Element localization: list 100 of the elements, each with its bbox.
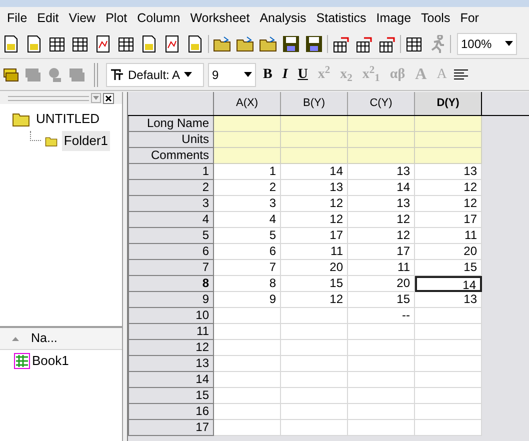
table-cell (348, 324, 415, 340)
row-header[interactable]: 5 (128, 228, 214, 244)
menu-item[interactable]: Image (371, 8, 416, 28)
row-header[interactable]: 2 (128, 180, 214, 196)
column-header[interactable]: D(Y) (415, 92, 482, 115)
menu-item[interactable]: View (64, 8, 101, 28)
caret-icon (184, 72, 192, 77)
menu-item[interactable]: Plot (100, 8, 132, 28)
table-cell: 12 (348, 228, 415, 244)
row-header[interactable]: 6 (128, 244, 214, 260)
table-arrow-icon[interactable] (332, 34, 350, 52)
table-cell (281, 388, 348, 404)
table-cell: 11 (348, 260, 415, 276)
table-cell (281, 148, 348, 164)
tree-item[interactable]: Folder1 (62, 131, 110, 151)
row-header[interactable]: 17 (128, 420, 214, 436)
table-cell (348, 356, 415, 372)
table-cell (214, 404, 281, 420)
menu-item[interactable]: For (455, 8, 484, 28)
table-icon[interactable] (71, 34, 89, 52)
table-cell (214, 340, 281, 356)
zoom-dropdown[interactable]: 100% (457, 32, 517, 54)
row-header[interactable]: 15 (128, 388, 214, 404)
align-icon[interactable] (454, 68, 468, 80)
table-cell (348, 340, 415, 356)
row-header[interactable]: 14 (128, 372, 214, 388)
menu-item[interactable]: Column (132, 8, 186, 28)
table-arrow-icon[interactable] (355, 34, 373, 52)
column-header[interactable]: Na... (0, 328, 122, 350)
table-cell (415, 372, 482, 388)
folder-icon[interactable] (259, 34, 277, 52)
chart-document-icon[interactable] (163, 34, 181, 52)
table-icon[interactable] (117, 34, 135, 52)
layers-icon[interactable] (2, 66, 20, 84)
table-cell: 15 (415, 260, 482, 276)
font-dropdown[interactable]: Default: A (106, 62, 204, 86)
table-cell: 13 (348, 196, 415, 212)
table-icon[interactable] (48, 34, 66, 52)
menu-item[interactable]: Tools (416, 8, 456, 28)
text-style-button[interactable]: B (260, 64, 276, 85)
table-arrow-icon[interactable] (378, 34, 396, 52)
menu-item[interactable]: Edit (32, 8, 64, 28)
row-header[interactable]: 7 (128, 260, 214, 276)
table-cell: 13 (415, 164, 482, 180)
table-cell: 17 (348, 244, 415, 260)
row-header: Comments (128, 148, 214, 164)
text-style-button[interactable]: U (294, 64, 311, 85)
table-cell: 2 (214, 180, 281, 196)
menu-item[interactable]: Worksheet (185, 8, 255, 28)
table-cell (281, 404, 348, 420)
document-icon[interactable] (2, 34, 20, 52)
table-cell (415, 116, 482, 132)
table-cell (214, 132, 281, 148)
menu-item[interactable]: Statistics (311, 8, 372, 28)
close-button[interactable] (103, 92, 114, 104)
table-cell: 4 (214, 212, 281, 228)
menu-item[interactable]: File (2, 8, 32, 28)
table-cell: 1 (214, 164, 281, 180)
font-size-dropdown[interactable]: 9 (208, 62, 256, 86)
folder-icon[interactable] (236, 34, 254, 52)
text-style-button[interactable]: I (279, 64, 291, 85)
table-cell: 20 (281, 260, 348, 276)
table-cell (348, 420, 415, 436)
row-header[interactable]: 4 (128, 212, 214, 228)
table-icon[interactable] (405, 34, 423, 52)
list-item[interactable]: Book1 (32, 351, 69, 371)
row-header[interactable]: 13 (128, 356, 214, 372)
table-cell (415, 340, 482, 356)
tree-item[interactable]: UNTITLED (34, 109, 102, 129)
table-cell: 17 (415, 212, 482, 228)
row-header[interactable]: 16 (128, 404, 214, 420)
sort-arrow-icon (12, 336, 19, 340)
table-cell: 12 (348, 212, 415, 228)
row-header[interactable]: 11 (128, 324, 214, 340)
menu-item[interactable]: Analysis (254, 8, 312, 28)
table-cell: 14 (415, 276, 482, 292)
table-cell: 12 (415, 180, 482, 196)
table-cell (281, 324, 348, 340)
table-cell (214, 388, 281, 404)
document-icon[interactable] (25, 34, 43, 52)
document-icon[interactable] (186, 34, 204, 52)
table-cell (281, 340, 348, 356)
document-icon[interactable] (140, 34, 158, 52)
row-header[interactable]: 1 (128, 164, 214, 180)
table-cell: 12 (281, 292, 348, 308)
row-header[interactable]: 8 (128, 276, 214, 292)
row-header[interactable]: 12 (128, 340, 214, 356)
row-header: Long Name (128, 116, 214, 132)
row-header[interactable]: 10 (128, 308, 214, 324)
table-cell (348, 372, 415, 388)
table-cell: 14 (281, 164, 348, 180)
table-cell: 12 (281, 196, 348, 212)
row-header[interactable]: 3 (128, 196, 214, 212)
table-cell (348, 116, 415, 132)
row-header[interactable]: 9 (128, 292, 214, 308)
table-cell (214, 116, 281, 132)
table-cell: 15 (281, 276, 348, 292)
table-cell (214, 420, 281, 436)
folder-icon[interactable] (213, 34, 231, 52)
chart-document-icon[interactable] (94, 34, 112, 52)
